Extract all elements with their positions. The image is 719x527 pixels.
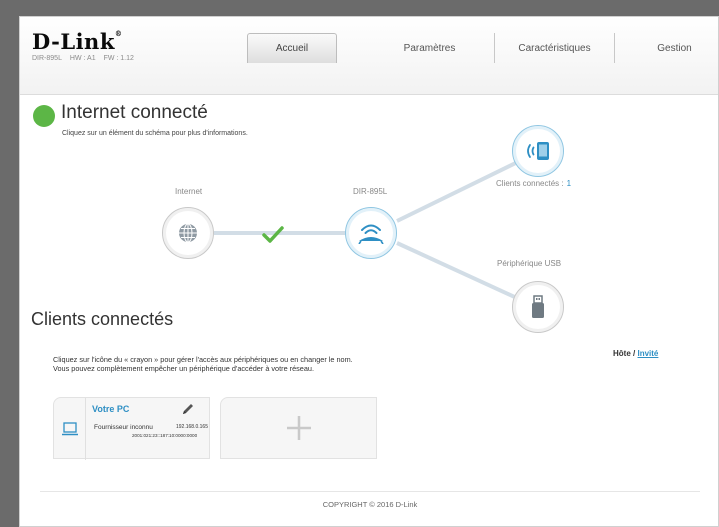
copyright: COPYRIGHT © 2016 D-Link xyxy=(322,500,418,509)
clients-instructions: Cliquez sur l'icône du « crayon » pour g… xyxy=(53,355,353,373)
usb-label: Périphérique USB xyxy=(497,259,562,268)
internet-node[interactable] xyxy=(162,207,214,259)
guest-link[interactable]: Invité xyxy=(637,349,658,358)
host-label[interactable]: Hôte xyxy=(613,349,631,358)
client-icon-column xyxy=(54,398,86,460)
usb-node[interactable] xyxy=(512,281,564,333)
instructions-line-1: Cliquez sur l'icône du « crayon » pour g… xyxy=(53,355,353,364)
usb-drive-icon xyxy=(532,295,544,318)
client-name: Votre PC xyxy=(92,404,130,414)
laptop-icon xyxy=(61,422,78,436)
router-node[interactable] xyxy=(345,207,397,259)
clients-node[interactable] xyxy=(512,125,564,177)
tab-caracteristiques[interactable]: Caractéristiques xyxy=(495,33,615,63)
firmware-version: FW : 1.12 xyxy=(103,55,134,62)
wifi-device-icon xyxy=(527,142,549,160)
main-nav: Accueil Paramètres Caractéristiques Gest… xyxy=(247,33,718,63)
router-clients-link xyxy=(396,153,533,223)
pencil-icon[interactable] xyxy=(181,402,195,416)
router-label: DIR-895L xyxy=(353,187,388,196)
client-card[interactable]: Votre PC Fournisseur inconnu 192.168.0.1… xyxy=(53,397,210,460)
hardware-version: HW : A1 xyxy=(69,55,96,62)
logo-registered-mark: ® xyxy=(114,29,123,38)
tab-gestion[interactable]: Gestion xyxy=(615,33,718,63)
clients-panel: Cliquez sur l'icône du « crayon » pour g… xyxy=(20,337,718,497)
client-ipv6: 2001:021:23::187:10:0000:0000 xyxy=(132,433,198,438)
tab-accueil[interactable]: Accueil xyxy=(247,33,337,63)
internet-label: Internet xyxy=(175,187,203,196)
network-diagram: Internet DIR-895L Périphérique USB Clien… xyxy=(20,95,718,335)
add-client-card[interactable] xyxy=(220,397,377,459)
header: D-Link® DIR-895L HW : A1 FW : 1.12 Accue… xyxy=(20,17,718,95)
host-guest-separator: / xyxy=(633,349,636,358)
client-ip: 192.168.0.165 xyxy=(176,424,208,430)
clients-section-title: Clients connectés xyxy=(31,309,174,329)
logo-text: D-Link xyxy=(32,29,115,54)
clients-count-label: Clients connectés :1 xyxy=(496,179,571,188)
dlink-logo[interactable]: D-Link® xyxy=(32,29,122,54)
globe-icon xyxy=(179,223,197,243)
clients-count-value: 1 xyxy=(566,179,572,188)
router-icon xyxy=(358,224,384,244)
footer-divider xyxy=(40,491,700,492)
app-window: D-Link® DIR-895L HW : A1 FW : 1.12 Accue… xyxy=(19,16,719,527)
tab-parametres[interactable]: Paramètres xyxy=(365,33,495,63)
device-info: DIR-895L HW : A1 FW : 1.12 xyxy=(32,55,140,62)
model-name: DIR-895L xyxy=(32,55,62,62)
host-guest-toggle: Hôte / Invité xyxy=(613,349,658,358)
client-vendor: Fournisseur inconnu xyxy=(94,424,153,431)
plus-icon xyxy=(286,416,311,440)
router-usb-link xyxy=(396,241,533,307)
clients-count-text: Clients connectés : xyxy=(496,179,564,188)
instructions-line-2: Vous pouvez complètement empêcher un pér… xyxy=(53,364,314,373)
